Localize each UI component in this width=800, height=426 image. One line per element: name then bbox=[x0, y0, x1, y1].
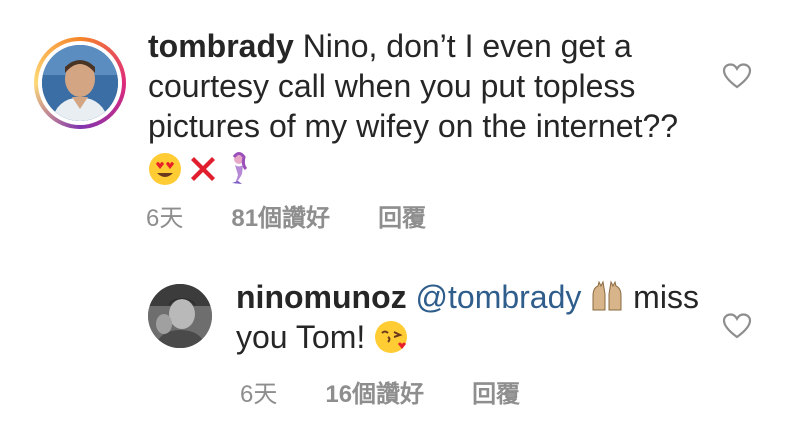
comment-text: ninomunoz @tombrady miss you Tom! bbox=[236, 277, 716, 357]
like-heart-icon[interactable] bbox=[722, 62, 752, 90]
reply-button[interactable]: 回覆 bbox=[378, 198, 426, 233]
comment-text-line1: Nino, don’t I even get a bbox=[293, 28, 632, 64]
heart-eyes-emoji bbox=[149, 152, 181, 185]
comment-item-ninomunoz: ninomunoz @tombrady miss you Tom! 6天 16個… bbox=[0, 250, 800, 426]
emoji-row bbox=[148, 151, 254, 186]
comment-like-count[interactable]: 16個讚好 bbox=[325, 374, 424, 409]
comment-timestamp[interactable]: 6天 bbox=[240, 374, 277, 409]
like-heart-icon[interactable] bbox=[722, 312, 752, 340]
avatar-tombrady[interactable] bbox=[42, 45, 118, 121]
red-cross-emoji bbox=[191, 156, 215, 181]
reply-button[interactable]: 回覆 bbox=[472, 374, 520, 409]
mermaid-emoji bbox=[232, 151, 248, 184]
kissing-face-emoji bbox=[375, 321, 408, 353]
comment-text-after-emoji: miss bbox=[624, 279, 699, 315]
comment-like-count[interactable]: 81個讚好 bbox=[231, 198, 330, 233]
comment-item-tombrady: tombrady Nino, don’t I even get a courte… bbox=[0, 0, 800, 250]
comment-text: tombrady Nino, don’t I even get a courte… bbox=[148, 26, 708, 186]
comment-meta: 6天 16個讚好 回覆 bbox=[240, 374, 520, 409]
comment-meta: 6天 81個讚好 回覆 bbox=[146, 198, 426, 233]
comment-text-line3: pictures of my wifey on the internet?? bbox=[148, 108, 679, 144]
comment-username[interactable]: ninomunoz bbox=[236, 279, 407, 315]
mention-link[interactable]: @tombrady bbox=[407, 279, 582, 315]
comment-text-line2: courtesy call when you put topless bbox=[148, 68, 636, 104]
comment-timestamp[interactable]: 6天 bbox=[146, 198, 183, 233]
raising-hands-emoji bbox=[592, 280, 622, 311]
comment-text-line2: you Tom! bbox=[236, 319, 375, 355]
comment-username[interactable]: tombrady bbox=[148, 28, 294, 64]
avatar-ninomunoz[interactable] bbox=[148, 284, 212, 348]
